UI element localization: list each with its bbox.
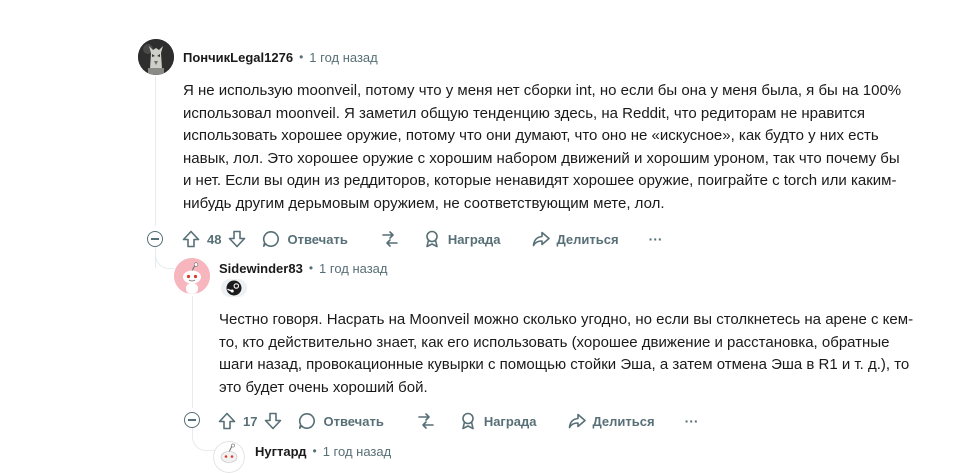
comment-body-line: шаги назад, провокационные кувырки с пом… — [219, 356, 910, 373]
crosspost-button[interactable] — [380, 223, 400, 255]
share-button[interactable]: Делиться — [531, 223, 619, 255]
comment-actions: 48 Отвечать Награда Делиться ··· — [181, 223, 663, 255]
award-label: Награда — [483, 413, 537, 429]
award-icon — [426, 230, 438, 248]
comment-author[interactable]: ПончикLegal1276 — [183, 50, 293, 65]
comment-body-line: это будет очень хороший бой. — [219, 378, 428, 396]
award-label: Награда — [447, 231, 501, 247]
user-flair — [221, 279, 247, 297]
award-icon — [462, 412, 474, 430]
share-button[interactable]: Делиться — [567, 405, 655, 437]
thread-line-main — [155, 76, 156, 226]
meta-separator: • — [308, 261, 314, 275]
comment-author[interactable]: Sidewinder83 — [219, 261, 303, 276]
comment-body-line: нибудь другим дерьмовым оружием, не соот… — [183, 194, 665, 212]
downvote-icon — [265, 412, 282, 430]
vote-count: 48 — [207, 231, 222, 247]
snoo-avatar-icon — [174, 258, 210, 294]
upvote-icon — [218, 412, 236, 430]
downvote-button[interactable] — [263, 405, 283, 437]
crosspost-button[interactable] — [416, 405, 436, 437]
more-icon: ··· — [684, 413, 699, 429]
comment-body-line: Честно говоря. Насрать на Moonveil можно… — [219, 311, 914, 328]
avatar[interactable] — [213, 441, 245, 473]
upvote-icon — [182, 230, 200, 248]
comment-bubble-icon — [299, 412, 316, 429]
award-button[interactable]: Награда — [422, 223, 501, 255]
downvote-button[interactable] — [227, 223, 247, 255]
share-label: Делиться — [592, 413, 655, 429]
steam-icon — [226, 280, 242, 296]
avatar[interactable] — [138, 39, 174, 75]
comment-body-line: использовать хорошее оружие, потому что … — [183, 127, 879, 144]
upvote-button[interactable] — [217, 405, 237, 437]
more-options-button[interactable]: ··· — [649, 223, 663, 255]
snoo-avatar-icon — [213, 441, 245, 473]
meta-separator: • — [312, 444, 317, 458]
minus-icon — [151, 238, 159, 240]
crosspost-icon — [418, 413, 434, 429]
comment-meta: Нугтард • 1 год назад — [255, 441, 391, 461]
collapse-thread-button[interactable] — [147, 231, 163, 247]
reply-label: Отвечать — [287, 231, 348, 247]
reply-label: Отвечать — [323, 413, 384, 429]
comment-timestamp[interactable]: 1 год назад — [309, 50, 377, 65]
thread-line-branch-curve — [155, 246, 174, 269]
comment-actions: 17 Отвечать Награда Делиться ··· — [217, 405, 699, 437]
comment-author[interactable]: Нугтард — [255, 444, 307, 459]
downvote-icon — [229, 230, 246, 248]
minus-icon — [188, 419, 196, 421]
more-options-button[interactable]: ··· — [685, 405, 699, 437]
thread-line-reply — [192, 296, 193, 408]
more-icon: ··· — [648, 231, 663, 247]
comment-timestamp[interactable]: 1 год назад — [319, 261, 387, 276]
share-icon — [532, 231, 550, 247]
comment-meta: ПончикLegal1276 • 1 год назад — [183, 47, 378, 67]
award-button[interactable]: Награда — [458, 405, 537, 437]
comment-body-line: и нет. Если вы один из реддиторов, котор… — [183, 172, 897, 189]
collapse-thread-button[interactable] — [184, 412, 200, 428]
reply-button[interactable]: Отвечать — [261, 223, 348, 255]
comment-body: Я не использую moonveil, потому что у ме… — [183, 80, 963, 215]
crosspost-icon — [382, 231, 398, 247]
share-icon — [568, 413, 586, 429]
comment-body-line: Я не использую moonveil, потому что у ме… — [183, 82, 902, 99]
vote-count: 17 — [243, 413, 258, 429]
comment-body-line: навык, лол. Это хорошее оружие с хорошим… — [183, 149, 900, 167]
share-label: Делиться — [556, 231, 619, 247]
comment-body-line: то, кто действительно знает, как его исп… — [219, 333, 890, 351]
comment-meta: Sidewinder83 • 1 год назад — [219, 258, 388, 278]
comment-bubble-icon — [263, 230, 280, 247]
werewolf-avatar-icon — [138, 39, 174, 75]
reply-button[interactable]: Отвечать — [297, 405, 384, 437]
meta-separator: • — [299, 50, 304, 64]
thread-line-nested-curve — [192, 428, 215, 451]
comment-timestamp[interactable]: 1 год назад — [323, 444, 391, 459]
comment-body-line: использовал moonveil. Я заметил общую те… — [183, 104, 865, 122]
avatar[interactable] — [174, 258, 210, 294]
comment-body: Честно говоря. Насрать на Moonveil можно… — [219, 309, 969, 399]
upvote-button[interactable] — [181, 223, 201, 255]
